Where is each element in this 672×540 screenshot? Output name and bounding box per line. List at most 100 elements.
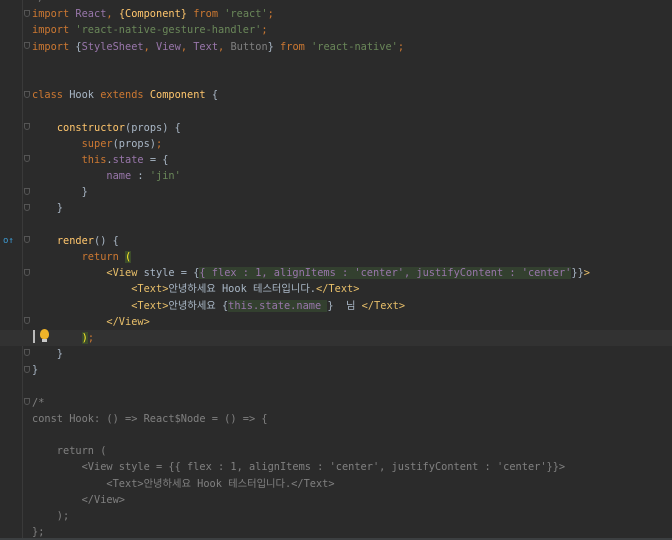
code-token: ;	[267, 8, 274, 21]
code-line[interactable]: import 'react-native-gesture-handler';	[32, 22, 672, 38]
fold-marker-icon[interactable]	[24, 366, 30, 373]
fold-marker-icon[interactable]	[24, 269, 30, 276]
code-token: React	[75, 8, 107, 21]
code-token: 'jin'	[149, 170, 181, 183]
code-line[interactable]: return (	[32, 443, 672, 459]
code-line[interactable]: super(props);	[32, 136, 672, 152]
code-token: :	[131, 170, 150, 183]
code-token: class	[32, 89, 70, 102]
code-token: ;	[156, 137, 163, 150]
code-token: = {	[143, 153, 169, 166]
code-token: /*	[32, 396, 45, 409]
fold-marker-icon[interactable]	[24, 349, 30, 356]
fold-marker-icon[interactable]	[24, 398, 30, 405]
code-line[interactable]: <View style = {{ flex : 1, alignItems : …	[32, 265, 672, 281]
code-token: */	[32, 0, 44, 4]
code-token: 'react-native-gesture-handler'	[75, 24, 262, 37]
code-token: 안녕하세요 {	[168, 299, 229, 312]
code-line[interactable]: }	[32, 200, 672, 216]
code-token: ;	[397, 40, 405, 53]
code-line[interactable]	[32, 217, 672, 233]
line-gutter	[0, 0, 23, 540]
code-token: <Text>안녕하세요 Hook 테스터입니다.</Text>	[32, 477, 335, 490]
code-line[interactable]: <Text>안녕하세요 Hook 테스터입니다.</Text>	[32, 476, 672, 492]
code-token: super	[81, 137, 113, 150]
code-token: return	[81, 251, 126, 263]
code-line[interactable]: import {StyleSheet, View, Text, Button} …	[32, 39, 672, 55]
code-line[interactable]: );	[0, 329, 672, 347]
code-line[interactable]: const Hook: () => React$Node = () => {	[32, 411, 672, 427]
code-token: </View>	[106, 315, 150, 328]
code-editor[interactable]: */ import React, {Component} from 'react'…	[0, 0, 672, 540]
code-token: </Text>	[316, 283, 360, 296]
code-token: ,	[106, 8, 119, 21]
code-token: } 님	[327, 299, 362, 312]
code-token: import	[32, 8, 76, 21]
code-line[interactable]: constructor(props) {	[32, 120, 672, 136]
code-line[interactable]: </View>	[32, 314, 672, 330]
code-token: StyleSheet	[81, 40, 144, 53]
code-line[interactable]	[32, 103, 672, 119]
code-token: {Component}	[118, 8, 188, 21]
code-line[interactable]: }	[32, 362, 672, 378]
code-line[interactable]: }	[32, 346, 672, 362]
override-method-icon[interactable]: o↑	[3, 236, 14, 246]
code-line[interactable]: return (	[32, 249, 672, 265]
fold-marker-icon[interactable]	[24, 91, 30, 98]
code-line[interactable]: class Hook extends Component {	[32, 87, 672, 103]
code-token: name	[106, 170, 132, 183]
fold-marker-icon[interactable]	[24, 317, 30, 324]
code-line[interactable]	[32, 55, 672, 71]
code-token: );	[32, 510, 70, 522]
fold-marker-icon[interactable]	[24, 123, 30, 130]
code-line[interactable]: );	[32, 508, 672, 524]
code-token: ;	[87, 331, 95, 344]
fold-marker-icon[interactable]	[24, 10, 30, 17]
code-line[interactable]: }	[32, 184, 672, 200]
code-token: Hook	[69, 89, 101, 102]
code-token: (props)	[112, 137, 157, 150]
code-token: this.state.name	[228, 299, 328, 312]
fold-marker-icon[interactable]	[24, 188, 30, 195]
code-token: extends	[100, 89, 150, 102]
fold-marker-icon[interactable]	[24, 42, 30, 49]
code-token: }	[32, 186, 88, 199]
code-token: </Text>	[361, 299, 406, 312]
code-line[interactable]: this.state = {	[32, 152, 672, 168]
code-line[interactable]: render() {	[32, 233, 672, 249]
code-line[interactable]: <Text>안녕하세요 {this.state.name } 님 </Text>	[32, 298, 672, 314]
code-token: };	[32, 526, 45, 539]
fold-marker-icon[interactable]	[24, 236, 30, 243]
code-token: { flex : 1, alignItems : 'center', justi…	[199, 267, 572, 280]
code-token: 'react'	[224, 8, 268, 21]
code-line[interactable]	[32, 71, 672, 87]
code-line[interactable]: import React, {Component} from 'react';	[32, 6, 672, 22]
code-line[interactable]	[32, 427, 672, 443]
code-token: import	[32, 24, 76, 37]
code-token: Text	[193, 40, 219, 53]
code-token: (props) {	[125, 121, 181, 134]
code-token: ;	[261, 24, 268, 37]
fold-marker-icon[interactable]	[24, 155, 30, 162]
fold-marker-icon[interactable]	[24, 204, 30, 211]
code-token: from	[273, 40, 312, 53]
code-line[interactable]: <View style = {{ flex : 1, alignItems : …	[32, 459, 672, 475]
code-line[interactable]	[32, 379, 672, 395]
code-token: }}	[571, 267, 584, 280]
code-token: 'react-native'	[311, 40, 398, 53]
code-token: View	[156, 40, 181, 53]
code-line[interactable]: <Text>안녕하세요 Hook 테스터입니다.</Text>	[32, 281, 672, 297]
code-line[interactable]: </View>	[32, 492, 672, 508]
code-token: {	[211, 89, 219, 102]
code-line[interactable]: name : 'jin'	[32, 168, 672, 184]
lightbulb-icon[interactable]	[40, 329, 49, 342]
code-line[interactable]: /*	[32, 395, 672, 411]
